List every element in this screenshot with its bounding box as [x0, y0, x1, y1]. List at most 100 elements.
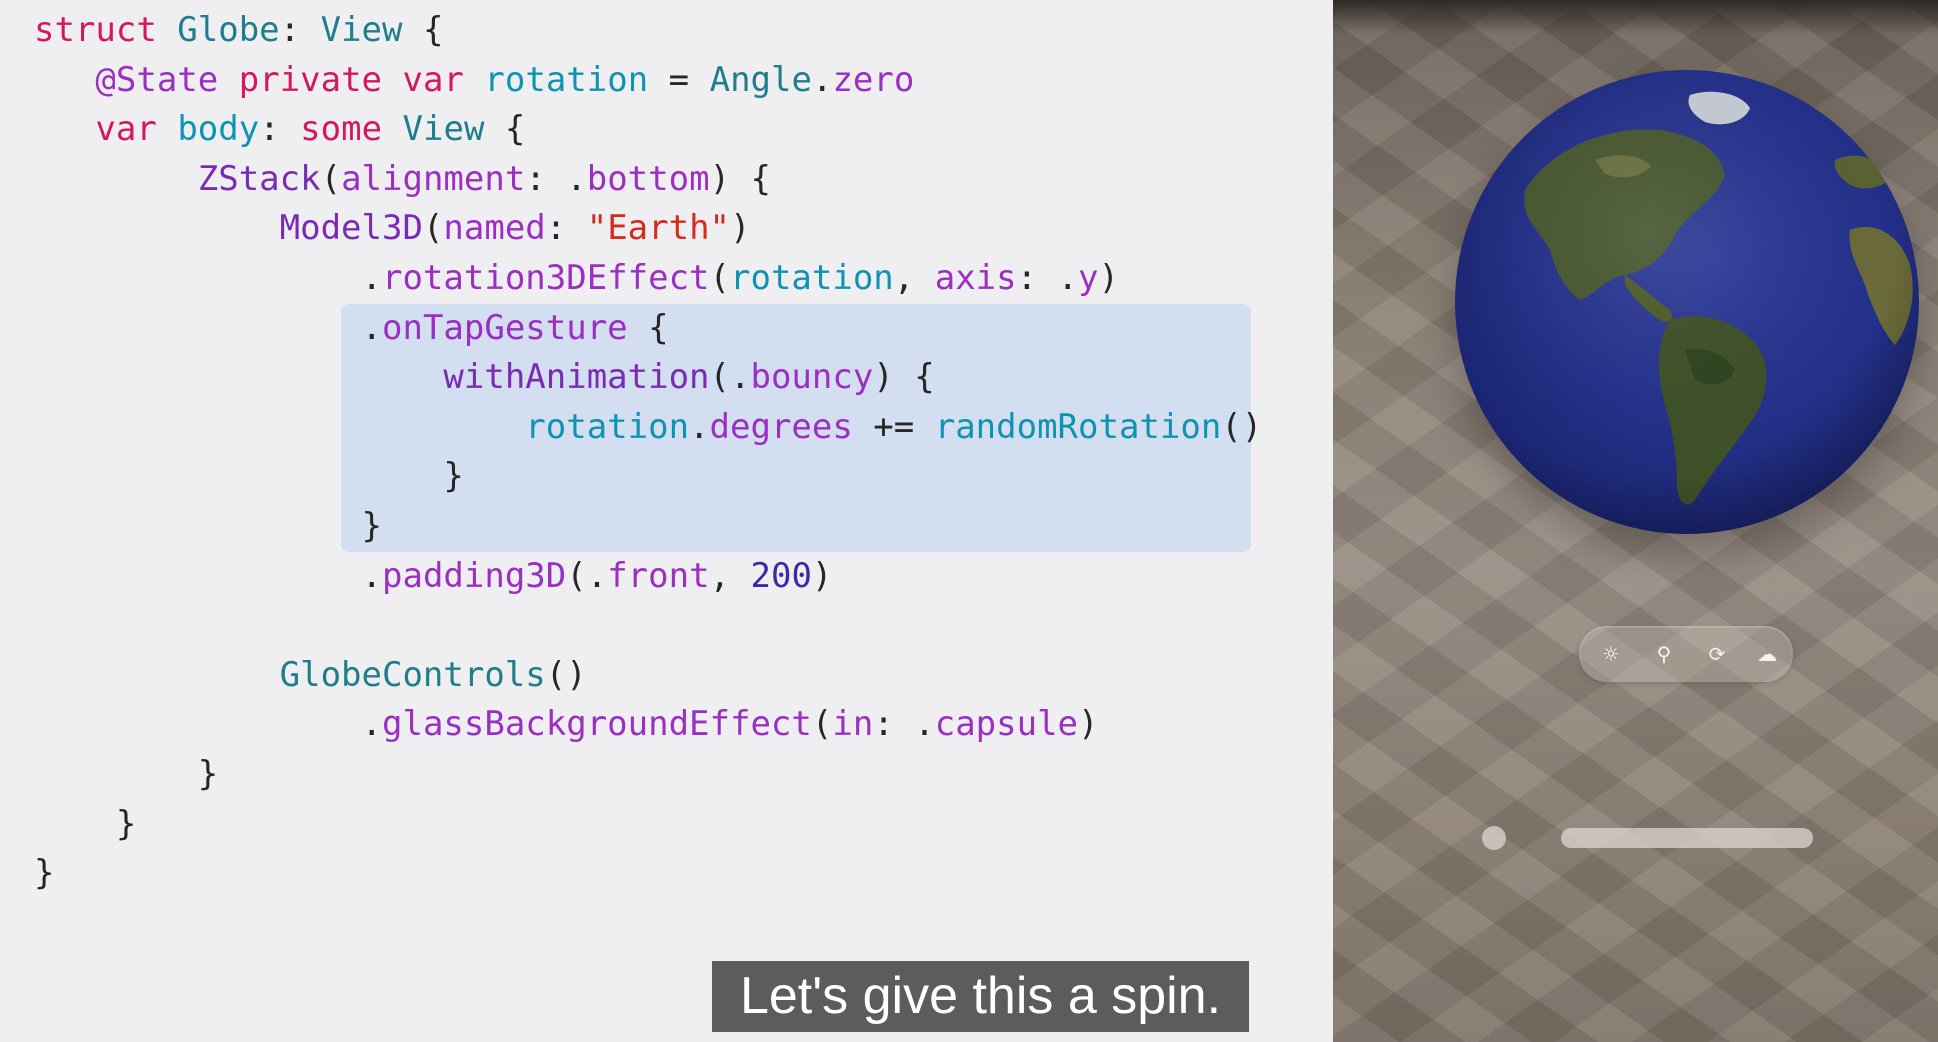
code-token: Angle	[709, 59, 812, 100]
code-token: withAnimation	[443, 357, 710, 398]
code-line: .rotation3DEffect(rotation, axis: .y)	[34, 254, 1262, 304]
code-token: {	[402, 10, 444, 50]
code-panel: struct Globe: View { @State private var …	[0, 0, 1333, 1042]
code-token: )	[811, 555, 833, 596]
code-token: .	[34, 257, 382, 298]
code-line: }	[34, 800, 1262, 850]
code-token: ) {	[873, 357, 935, 398]
code-line: @State private var rotation = Angle.zero	[34, 56, 1262, 106]
code-line: }	[34, 849, 1262, 899]
code-token: (	[709, 257, 730, 298]
code-token: :	[259, 109, 301, 150]
code-token: bouncy	[750, 357, 874, 398]
code-token: ()	[545, 654, 587, 695]
code-token: some	[300, 109, 383, 150]
code-token: onTapGesture	[382, 307, 628, 348]
code-line: }	[34, 750, 1262, 800]
code-line: .glassBackgroundEffect(in: .capsule)	[34, 700, 1262, 750]
code-token: alignment	[341, 158, 526, 199]
code-token: rotation	[525, 406, 690, 447]
code-token: :	[279, 10, 321, 50]
window-grabber-bar[interactable]	[1561, 828, 1813, 848]
code-token: ()	[1221, 406, 1263, 447]
code-token: rotation	[484, 59, 649, 100]
code-token: rotation	[730, 257, 894, 298]
sun-icon[interactable]: ☼	[1597, 640, 1625, 668]
code-token: : .	[525, 158, 587, 199]
keynote-frame: struct Globe: View { @State private var …	[0, 0, 1938, 1042]
code-token: .	[34, 555, 382, 596]
cloud-sun-icon[interactable]: ☁	[1753, 640, 1781, 668]
code-token: }	[34, 853, 55, 894]
code-token: ZStack	[197, 158, 321, 199]
code-token: }	[34, 753, 219, 794]
code-token: .	[34, 704, 382, 745]
code-line: Model3D(named: "Earth")	[34, 204, 1262, 254]
code-line: GlobeControls()	[34, 651, 1262, 701]
code-token: ,	[893, 257, 935, 298]
code-token: struct	[34, 10, 178, 50]
code-token: "Earth"	[586, 208, 731, 249]
code-token: .	[811, 59, 833, 100]
code-token: Model3D	[279, 208, 423, 249]
code-token: in	[832, 704, 874, 745]
code-token: =	[648, 59, 710, 100]
code-line: var body: some View {	[34, 105, 1262, 155]
code-token: y	[1078, 257, 1099, 298]
code-token: (.	[566, 555, 608, 596]
earth-globe[interactable]	[1455, 70, 1919, 534]
code-token: }	[34, 505, 382, 546]
code-token: zero	[832, 59, 915, 100]
code-token: : .	[1016, 257, 1079, 298]
code-line: withAnimation(.bouncy) {	[34, 353, 1262, 403]
code-block: struct Globe: View { @State private var …	[34, 6, 1262, 899]
code-line: struct Globe: View {	[34, 6, 1262, 56]
code-token: randomRotation	[934, 406, 1222, 447]
pin-icon[interactable]: ⚲	[1650, 640, 1678, 668]
code-token: .	[689, 406, 710, 447]
code-token: (.	[709, 357, 751, 398]
code-token: rotation3DEffect	[382, 257, 710, 298]
code-token: glassBackgroundEffect	[382, 704, 812, 745]
room-ceiling-edge	[1333, 0, 1938, 34]
code-line: .onTapGesture {	[34, 304, 1262, 354]
code-token: 200	[750, 555, 812, 596]
code-token: front	[607, 555, 710, 596]
code-token: {	[627, 307, 669, 348]
rotate-icon[interactable]: ⟳	[1703, 640, 1731, 668]
code-token: :	[545, 208, 587, 249]
code-line: }	[34, 452, 1262, 502]
code-token: @State	[95, 59, 219, 100]
code-token: var	[402, 59, 464, 100]
code-token: )	[1098, 257, 1119, 298]
code-token: Globe	[177, 10, 280, 50]
code-token: capsule	[934, 704, 1079, 745]
code-token: axis	[934, 257, 1017, 298]
code-token: (	[811, 704, 833, 745]
code-token: padding3D	[382, 555, 567, 596]
code-token: named	[443, 208, 546, 249]
code-token: (	[320, 158, 342, 199]
code-token: bottom	[586, 158, 710, 199]
code-token: degrees	[709, 406, 853, 447]
code-line: }	[34, 502, 1262, 552]
code-line: ZStack(alignment: .bottom) {	[34, 155, 1262, 205]
subtitle-caption: Let's give this a spin.	[712, 961, 1249, 1032]
code-token: )	[730, 208, 751, 249]
code-token: )	[1078, 704, 1099, 745]
earth-continents	[1455, 70, 1919, 534]
code-token: private	[238, 59, 383, 100]
code-token: View	[402, 109, 485, 150]
code-line: .padding3D(.front, 200)	[34, 552, 1262, 602]
window-close-dot[interactable]	[1482, 826, 1506, 850]
